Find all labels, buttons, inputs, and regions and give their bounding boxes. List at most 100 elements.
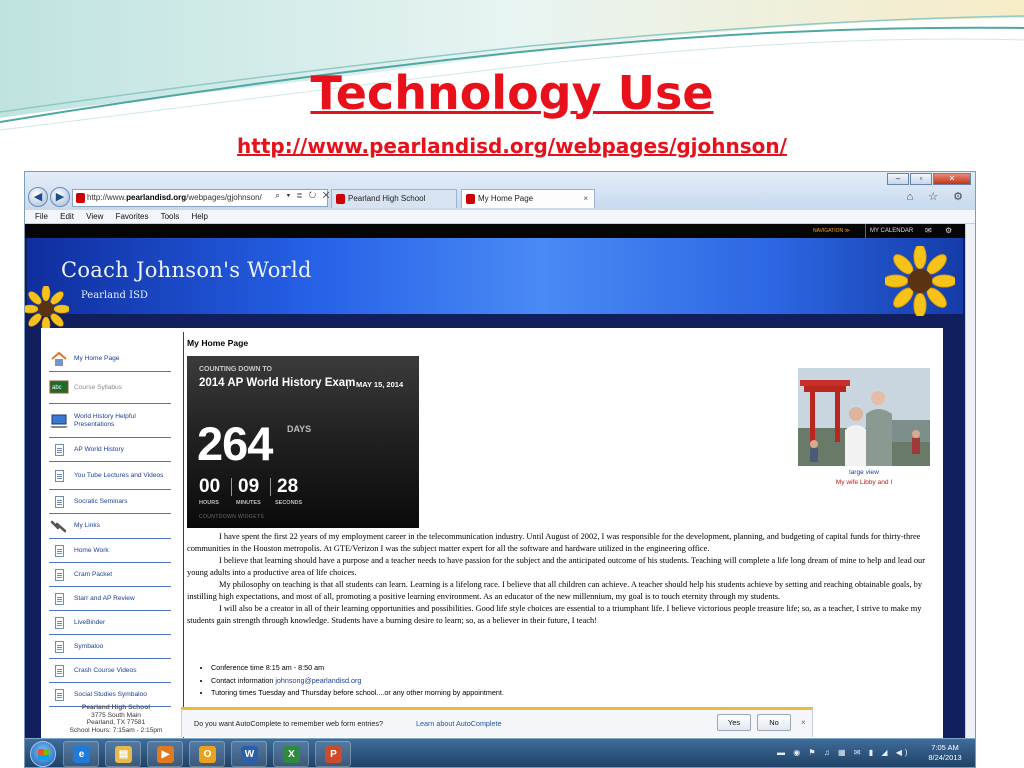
school-city: Pearland, TX 77581 — [86, 719, 146, 727]
document-icon — [49, 639, 69, 655]
back-arrow-icon[interactable]: ◀ — [28, 187, 48, 207]
sunflower-icon — [25, 286, 69, 332]
ie-icon[interactable]: e — [63, 741, 99, 767]
main-content: My Home Page COUNTING DOWN TO 2014 AP Wo… — [183, 328, 937, 738]
bio-paragraph: I believe that learning should have a pu… — [187, 556, 926, 577]
tab-close-icon[interactable]: × — [583, 190, 588, 208]
folder-icon[interactable]: ▤ — [105, 741, 141, 767]
sidebar-item-label: Social Studies Symbaloo — [74, 690, 147, 698]
contact-information: Contact information johnsong@pearlandisd… — [211, 675, 504, 688]
sidebar-item-world-history-presentations[interactable]: World History Helpful Presentations — [49, 404, 171, 438]
sidebar-item-label: Socratic Seminars — [74, 497, 128, 505]
sidebar-item-symbaloo[interactable]: Symbaloo — [49, 635, 171, 659]
taskbar-clock[interactable]: 7:05 AM 8/24/2013 — [919, 743, 971, 763]
sidebar-item-label: World History Helpful Presentations — [74, 413, 136, 428]
favicon-icon — [336, 194, 345, 204]
countdown-lead: COUNTING DOWN TO — [199, 366, 272, 373]
divider — [183, 332, 184, 738]
autocomplete-notification-bar: Do you want AutoComplete to remember web… — [181, 707, 813, 737]
bio-paragraph: I will also be a creator in all of their… — [187, 604, 922, 625]
sidebar-item-my-links[interactable]: My Links — [49, 514, 171, 539]
sidebar-item-label: Symbaloo — [74, 642, 104, 650]
tutoring-times: Tutoring times Tuesday and Thursday befo… — [211, 687, 504, 700]
contact-email-link[interactable]: johnsong@pearlandisd.org — [275, 676, 361, 685]
sidebar-item-ap-world-history[interactable]: AP World History — [49, 438, 171, 462]
autocomplete-yes-button[interactable]: Yes — [717, 714, 751, 731]
close-icon[interactable]: × — [801, 718, 806, 727]
document-icon — [49, 543, 69, 559]
page-title: My Home Page — [187, 338, 249, 348]
navigation-link[interactable]: NAVIGATION ≫ — [813, 224, 850, 238]
document-icon — [49, 468, 69, 484]
countdown-seconds-value: 28 — [277, 476, 299, 497]
media-player-icon[interactable]: ▶ — [147, 741, 183, 767]
divider — [270, 478, 271, 496]
sidebar-item-livebinder[interactable]: LiveBinder — [49, 611, 171, 635]
sidebar-item-course-syllabus[interactable]: abc Course Syllabus — [49, 372, 171, 404]
house-icon — [49, 351, 69, 367]
maximize-button[interactable]: ▫ — [910, 173, 932, 185]
site-top-strip: NAVIGATION ≫ MY CALENDAR ✉ ⚙ — [25, 224, 965, 238]
menu-tools[interactable]: Tools — [161, 212, 180, 221]
tab-my-home-page[interactable]: My Home Page × — [461, 189, 595, 208]
tab-pearland-high-school[interactable]: Pearland High School — [331, 189, 457, 208]
menu-help[interactable]: Help — [192, 212, 208, 221]
bio-text: I have spent the first 22 years of my em… — [187, 531, 933, 627]
slide-url-link[interactable]: http://www.pearlandisd.org/webpages/gjoh… — [0, 134, 1024, 158]
sidebar-item-label: AP World History — [74, 445, 124, 453]
large-view-link[interactable]: large view — [798, 469, 930, 476]
chalkboard-icon: abc — [49, 380, 69, 396]
address-path: /webpages/gjohnson/ — [186, 193, 262, 202]
sidebar-item-starr-ap-review[interactable]: Starr and AP Review — [49, 587, 171, 611]
slide-title: Technology Use — [310, 66, 714, 120]
family-photo[interactable] — [798, 368, 930, 466]
outlook-icon[interactable]: O — [189, 741, 225, 767]
divider — [231, 478, 232, 496]
minimize-button[interactable]: – — [887, 173, 909, 185]
start-button[interactable] — [30, 741, 56, 767]
school-address: Pearland High School 3775 South Main Pea… — [41, 704, 191, 734]
system-tray-icons[interactable]: ▬ ◉ ⚑ ♫ ▦ ✉ ▮ ◢ ◀) — [777, 748, 911, 757]
contact-label: Contact information — [211, 675, 276, 685]
sidebar-item-youtube-lectures[interactable]: You Tube Lectures and Videos — [49, 462, 171, 490]
sidebar-item-my-home-page[interactable]: My Home Page — [49, 346, 171, 372]
settings-icon[interactable]: ⚙ — [945, 224, 952, 238]
bio-paragraph: My philosophy on teaching is that all st… — [187, 580, 923, 601]
sidebar-item-label: You Tube Lectures and Videos — [74, 471, 164, 479]
sidebar-item-home-work[interactable]: Home Work — [49, 539, 171, 563]
page-viewport: NAVIGATION ≫ MY CALENDAR ✉ ⚙ Coach Johns… — [25, 224, 965, 738]
forward-arrow-icon[interactable]: ▶ — [50, 187, 70, 207]
sidebar-item-socratic-seminars[interactable]: Socratic Seminars — [49, 490, 171, 514]
close-window-button[interactable]: ✕ — [933, 173, 971, 185]
document-icon — [49, 663, 69, 679]
menu-edit[interactable]: Edit — [60, 212, 74, 221]
excel-icon[interactable]: X — [273, 741, 309, 767]
windows-taskbar: e ▤ ▶ O W X P ▬ ◉ ⚑ ♫ ▦ ✉ ▮ ◢ ◀) 7:05 AM… — [25, 738, 975, 767]
countdown-event: 2014 AP World History Exam — [199, 377, 356, 389]
menu-view[interactable]: View — [86, 212, 103, 221]
menu-file[interactable]: File — [35, 212, 48, 221]
word-icon[interactable]: W — [231, 741, 267, 767]
countdown-days-value: 264 — [197, 417, 273, 470]
autocomplete-no-button[interactable]: No — [757, 714, 791, 731]
document-icon — [49, 687, 69, 703]
address-controls[interactable]: ⌕ ▾ ≣ ↻ ✕ — [275, 190, 332, 201]
countdown-hours-value: 00 — [199, 476, 221, 497]
vertical-scrollbar[interactable] — [965, 224, 975, 738]
menu-favorites[interactable]: Favorites — [116, 212, 149, 221]
window-controls: – ▫ ✕ — [887, 173, 971, 185]
sidebar: My Home Page abc Course Syllabus World H… — [41, 328, 181, 738]
learn-about-autocomplete-link[interactable]: Learn about AutoComplete — [416, 719, 502, 728]
countdown-widget-credit: COUNTDOWN WIDGETS — [199, 514, 265, 520]
sidebar-item-cram-packet[interactable]: Cram Packet — [49, 563, 171, 587]
countdown-widget[interactable]: COUNTING DOWN TO 2014 AP World History E… — [187, 356, 419, 528]
mail-icon[interactable]: ✉ — [925, 224, 932, 238]
sidebar-item-label: My Links — [74, 522, 101, 530]
home-favorites-tools-icons[interactable]: ⌂ ☆ ⚙ — [907, 190, 969, 203]
sidebar-item-crash-course-videos[interactable]: Crash Course Videos — [49, 659, 171, 683]
info-list: Conference time 8:15 am - 8:50 am Contac… — [205, 662, 504, 700]
site-banner: Coach Johnson's World Pearland ISD — [25, 238, 963, 332]
my-calendar-link[interactable]: MY CALENDAR — [865, 224, 913, 238]
powerpoint-icon[interactable]: P — [315, 741, 351, 767]
favicon-icon — [466, 194, 475, 204]
